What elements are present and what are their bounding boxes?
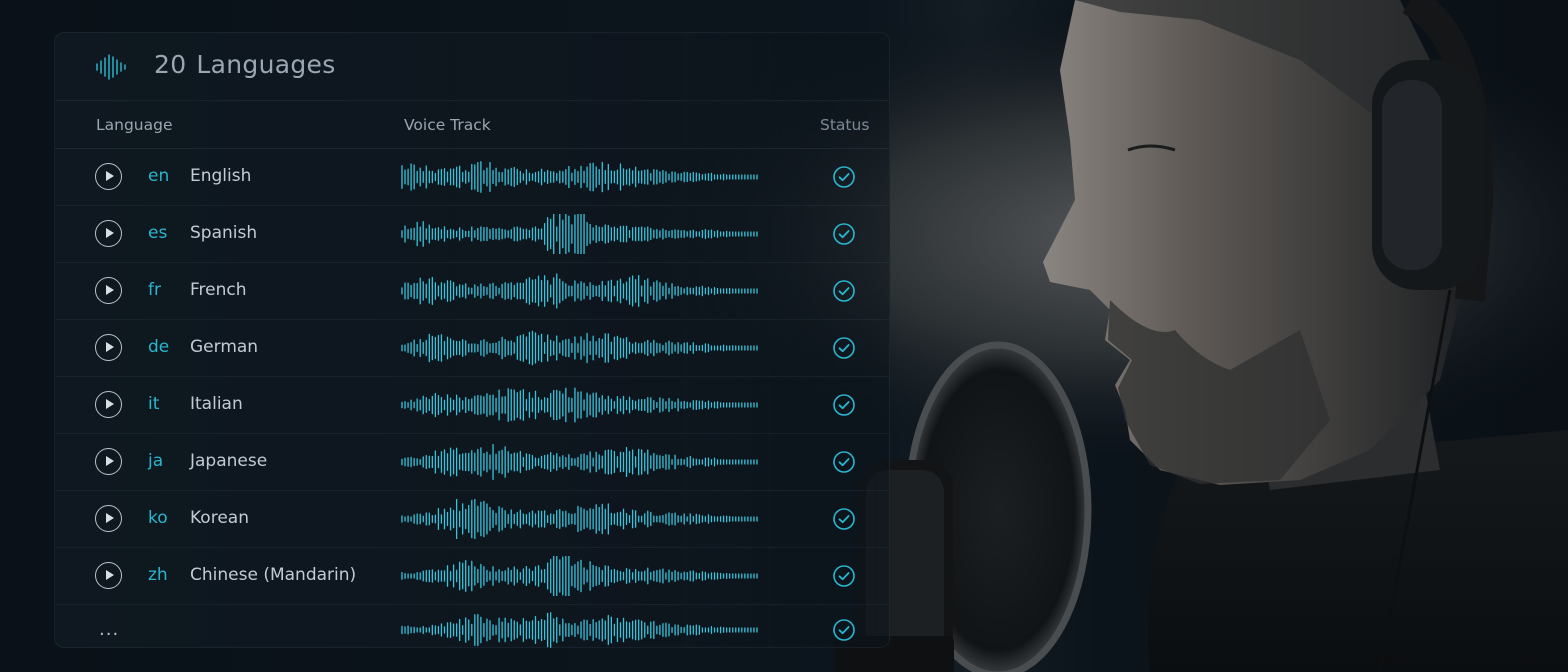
language-code: fr [148, 280, 161, 300]
more-languages-row[interactable]: ... [55, 605, 889, 655]
language-code: es [148, 223, 168, 243]
voice-track-waveform[interactable] [400, 214, 760, 254]
audio-waveform-icon [96, 54, 126, 80]
language-code: de [148, 337, 170, 357]
check-circle-icon [833, 565, 855, 587]
language-code: zh [148, 565, 168, 585]
column-header-language[interactable]: Language [96, 116, 173, 134]
play-button[interactable] [95, 562, 122, 589]
column-header-status[interactable]: Status [820, 116, 869, 134]
play-button[interactable] [95, 220, 122, 247]
table-row[interactable]: ko Korean [55, 491, 889, 548]
voice-track-waveform[interactable] [400, 271, 760, 311]
table-row[interactable]: it Italian [55, 377, 889, 434]
table-row[interactable]: fr French [55, 263, 889, 320]
check-circle-icon [833, 619, 855, 641]
voice-track-waveform[interactable] [400, 157, 760, 197]
play-button[interactable] [95, 277, 122, 304]
language-name: English [190, 166, 252, 186]
table-row[interactable]: ja Japanese [55, 434, 889, 491]
voice-track-waveform[interactable] [400, 385, 760, 425]
check-circle-icon [833, 280, 855, 302]
check-circle-icon [833, 223, 855, 245]
table-row[interactable]: de German [55, 320, 889, 377]
language-name: Italian [190, 394, 243, 414]
column-header-voice-track[interactable]: Voice Track [404, 116, 491, 134]
language-name: Korean [190, 508, 249, 528]
play-button[interactable] [95, 334, 122, 361]
title-label: Languages [196, 50, 336, 79]
languages-panel: 20 Languages Language Voice Track Status … [54, 32, 890, 648]
language-name: Spanish [190, 223, 258, 243]
voice-track-waveform[interactable] [400, 610, 760, 650]
check-circle-icon [833, 166, 855, 188]
play-button[interactable] [95, 391, 122, 418]
language-count: 20 [154, 50, 187, 79]
table-row[interactable]: en English [55, 149, 889, 206]
voice-track-waveform[interactable] [400, 442, 760, 482]
play-button[interactable] [95, 448, 122, 475]
language-list: en English es Spanish fr French de Germa… [55, 149, 889, 655]
language-code: ko [148, 508, 168, 528]
language-code: ja [148, 451, 164, 471]
play-button[interactable] [95, 505, 122, 532]
page-title: 20 Languages [154, 50, 336, 79]
language-code: it [148, 394, 160, 414]
check-circle-icon [833, 508, 855, 530]
panel-header: 20 Languages [55, 33, 889, 101]
language-name: French [190, 280, 247, 300]
voice-track-waveform[interactable] [400, 328, 760, 368]
language-name: Japanese [190, 451, 268, 471]
voice-track-waveform[interactable] [400, 556, 760, 596]
check-circle-icon [833, 451, 855, 473]
voice-track-waveform[interactable] [400, 499, 760, 539]
language-name: Chinese (Mandarin) [190, 565, 357, 585]
more-indicator[interactable]: ... [99, 619, 119, 640]
check-circle-icon [833, 394, 855, 416]
language-code: en [148, 166, 170, 186]
table-row[interactable]: zh Chinese (Mandarin) [55, 548, 889, 605]
table-row[interactable]: es Spanish [55, 206, 889, 263]
language-name: German [190, 337, 259, 357]
check-circle-icon [833, 337, 855, 359]
play-button[interactable] [95, 163, 122, 190]
